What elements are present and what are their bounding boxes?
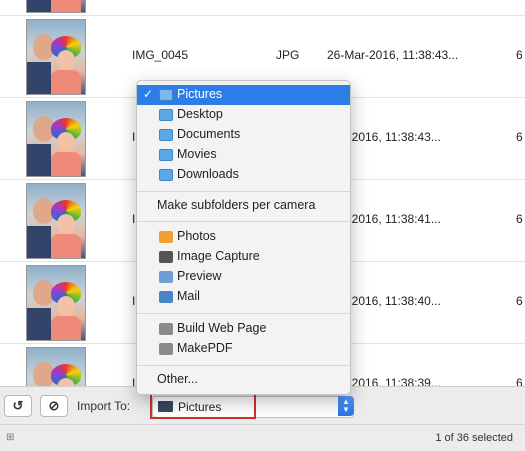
file-type: JPG — [276, 48, 300, 62]
pictures-folder-icon — [158, 401, 173, 412]
menu-item-label: Build Web Page — [177, 321, 267, 335]
grid-view-icon[interactable]: ⊞ — [6, 433, 16, 443]
menu-item-photos[interactable]: Photos — [137, 227, 350, 247]
file-size: 6 — [516, 212, 523, 226]
mail-icon — [159, 291, 173, 303]
import-to-label: Import To: — [77, 399, 131, 413]
photo-thumbnail[interactable] — [26, 183, 86, 259]
file-size: 6 — [516, 130, 523, 144]
delete-button[interactable]: ⊘ — [40, 395, 68, 417]
menu-item-label: Photos — [177, 229, 216, 243]
automator-icon — [159, 323, 173, 335]
image-capture-icon — [159, 251, 173, 263]
file-name: I — [132, 130, 136, 144]
documents-folder-icon — [159, 129, 173, 141]
rotate-left-button[interactable]: ↺ — [4, 395, 32, 417]
menu-item-label: Documents — [177, 127, 241, 141]
menu-item-pictures[interactable]: ✓ Pictures — [137, 85, 350, 105]
menu-item-label: Other... — [157, 372, 198, 386]
selection-count: 1 of 36 selected — [435, 432, 513, 444]
menu-item-label: MakePDF — [177, 341, 233, 355]
file-size: 6 — [516, 294, 523, 308]
menu-item-label: Pictures — [177, 87, 223, 101]
photo-thumbnail[interactable] — [26, 347, 86, 386]
file-date: 26-Mar-2016, 11:38:43... — [327, 48, 459, 62]
menu-item-documents[interactable]: Documents — [137, 125, 350, 145]
delete-icon: ⊘ — [48, 398, 60, 413]
menu-item-label: Movies — [177, 147, 217, 161]
automator-icon — [159, 343, 173, 355]
rotate-left-icon: ↺ — [12, 398, 24, 413]
file-name: I — [132, 376, 136, 386]
menu-item-preview[interactable]: Preview — [137, 267, 350, 287]
menu-separator — [137, 365, 350, 366]
menu-item-makepdf[interactable]: MakePDF — [137, 339, 350, 359]
import-destination-select[interactable]: Pictures ▲ ▼ — [152, 396, 354, 418]
chevron-updown-icon: ▲ ▼ — [338, 396, 354, 416]
movies-folder-icon — [159, 149, 173, 161]
downloads-folder-icon — [159, 169, 173, 181]
list-row[interactable] — [0, 0, 525, 16]
file-size: 6 — [516, 48, 523, 62]
menu-item-build-web-page[interactable]: Build Web Page — [137, 319, 350, 339]
desktop-folder-icon — [159, 109, 173, 121]
menu-item-downloads[interactable]: Downloads — [137, 165, 350, 185]
menu-item-mail[interactable]: Mail — [137, 287, 350, 307]
checkmark-icon: ✓ — [143, 87, 154, 101]
file-name: I — [132, 294, 136, 308]
import-destination-menu: ✓ Pictures Desktop Documents Movies Downloads… — [136, 80, 351, 395]
import-destination-value: Pictures — [178, 400, 222, 414]
menu-item-label: Desktop — [177, 107, 223, 121]
menu-item-label: Downloads — [177, 167, 239, 181]
menu-item-movies[interactable]: Movies — [137, 145, 350, 165]
file-name: I — [132, 212, 136, 226]
preview-icon — [159, 271, 173, 283]
photo-thumbnail[interactable] — [26, 19, 86, 95]
menu-item-label: Mail — [177, 289, 200, 303]
menu-item-label: Make subfolders per camera — [157, 198, 316, 212]
photo-thumbnail[interactable] — [26, 101, 86, 177]
menu-item-make-subfolders[interactable]: Make subfolders per camera — [137, 196, 350, 216]
file-name: IMG_0045 — [132, 48, 189, 62]
menu-item-label: Image Capture — [177, 249, 260, 263]
photos-icon — [159, 231, 173, 243]
pictures-folder-icon — [159, 89, 173, 101]
menu-item-label: Preview — [177, 269, 222, 283]
menu-separator — [137, 191, 350, 192]
menu-item-desktop[interactable]: Desktop — [137, 105, 350, 125]
status-bar: ⊞ 1 of 36 selected — [0, 424, 525, 451]
menu-separator — [137, 313, 350, 314]
photo-thumbnail[interactable] — [26, 265, 86, 341]
menu-separator — [137, 221, 350, 222]
photo-thumbnail[interactable] — [26, 0, 86, 13]
file-size: 6 — [516, 376, 523, 386]
menu-item-other[interactable]: Other... — [137, 370, 350, 390]
menu-item-image-capture[interactable]: Image Capture — [137, 247, 350, 267]
